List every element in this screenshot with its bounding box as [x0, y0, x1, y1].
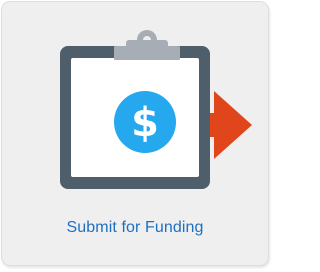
submit-for-funding-tile[interactable]: $ Submit for Funding [1, 1, 269, 266]
submit-funding-icon: $ [2, 2, 270, 202]
clipboard-dollar-arrow-icon: $ [60, 30, 252, 189]
svg-text:$: $ [131, 100, 159, 146]
dollar-icon: $ [114, 91, 176, 153]
submit-for-funding-label: Submit for Funding [66, 219, 204, 236]
